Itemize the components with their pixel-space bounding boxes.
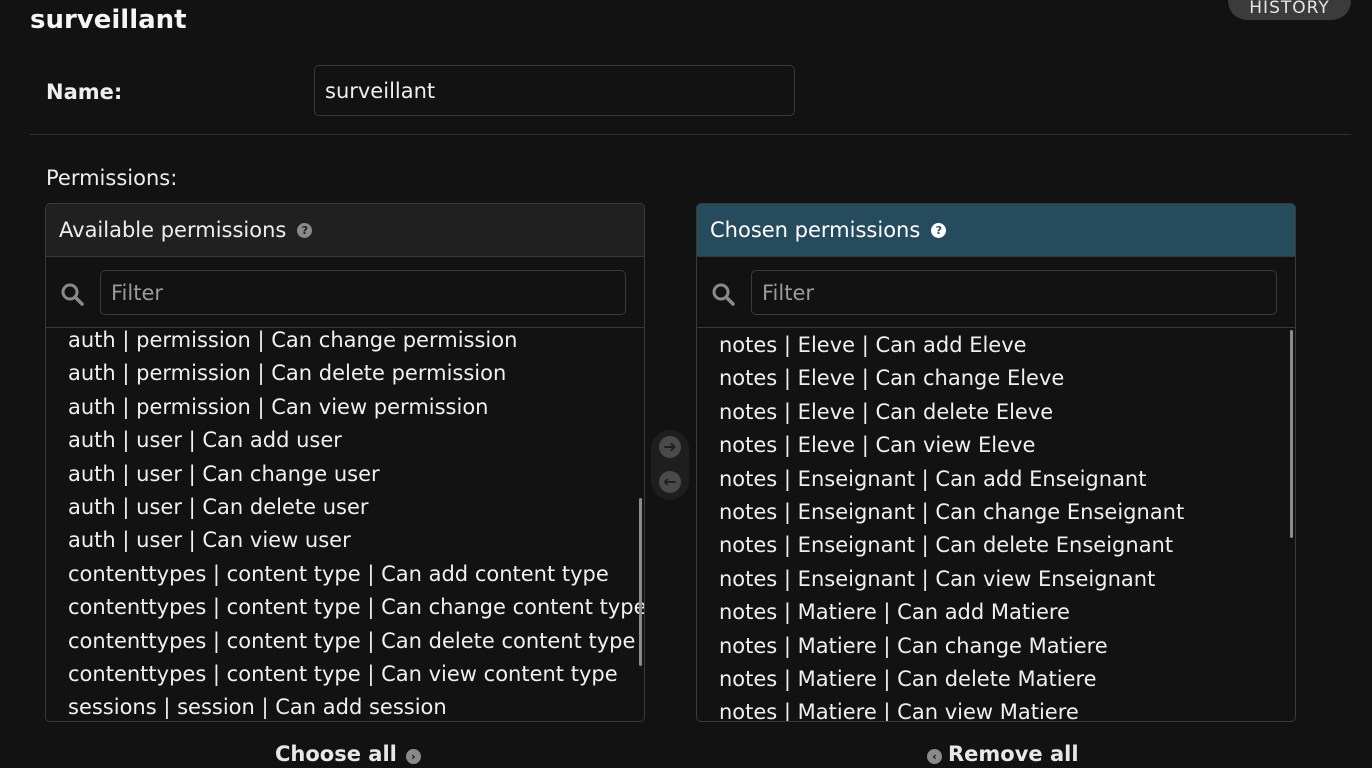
remove-all-label: Remove all: [948, 742, 1079, 766]
list-item[interactable]: auth | user | Can change user: [46, 458, 644, 491]
search-icon: [712, 283, 735, 306]
choose-all-label: Choose all: [275, 742, 397, 766]
chosen-permissions-title: Chosen permissions: [710, 218, 921, 242]
remove-all-link[interactable]: ‹ Remove all: [927, 740, 1079, 768]
list-item[interactable]: contenttypes | content type | Can add co…: [46, 558, 644, 591]
chosen-filter-row: [697, 257, 1295, 328]
chosen-filter-input[interactable]: [751, 270, 1277, 315]
history-button[interactable]: HISTORY: [1228, 0, 1351, 20]
list-item[interactable]: contenttypes | content type | Can change…: [46, 591, 644, 624]
move-controls: ➜ ←: [651, 430, 689, 500]
list-item[interactable]: notes | Matiere | Can view Matiere: [697, 696, 1295, 721]
scrollbar[interactable]: [639, 498, 642, 666]
search-icon: [61, 283, 84, 306]
available-permissions-list[interactable]: auth | permission | Can change permissio…: [46, 328, 644, 721]
available-filter-input[interactable]: [100, 270, 626, 315]
list-item[interactable]: notes | Eleve | Can delete Eleve: [697, 396, 1295, 429]
arrow-left-icon[interactable]: ←: [659, 471, 681, 493]
list-item[interactable]: auth | permission | Can view permission: [46, 391, 644, 424]
arrow-right-circle-icon: ›: [405, 748, 421, 764]
available-permissions-header: Available permissions ?: [46, 204, 644, 257]
list-item[interactable]: notes | Eleve | Can add Eleve: [697, 329, 1295, 362]
name-input[interactable]: [314, 65, 795, 116]
list-item[interactable]: contenttypes | content type | Can delete…: [46, 625, 644, 658]
list-item[interactable]: contenttypes | content type | Can view c…: [46, 658, 644, 691]
list-item[interactable]: notes | Matiere | Can delete Matiere: [697, 663, 1295, 696]
list-item[interactable]: notes | Matiere | Can add Matiere: [697, 596, 1295, 629]
available-permissions-title: Available permissions: [59, 218, 287, 242]
list-item[interactable]: sessions | session | Can add session: [46, 691, 644, 721]
choose-all-link[interactable]: Choose all ›: [275, 740, 421, 768]
list-item[interactable]: auth | permission | Can change permissio…: [46, 328, 644, 357]
divider: [30, 134, 1351, 135]
list-item[interactable]: notes | Enseignant | Can view Enseignant: [697, 563, 1295, 596]
list-item[interactable]: auth | user | Can view user: [46, 524, 644, 557]
list-item[interactable]: auth | user | Can delete user: [46, 491, 644, 524]
help-icon[interactable]: ?: [297, 222, 313, 238]
available-permissions-box: Available permissions ? auth | permissio…: [45, 203, 645, 722]
scrollbar[interactable]: [1290, 330, 1293, 538]
list-item[interactable]: notes | Enseignant | Can add Enseignant: [697, 463, 1295, 496]
page-title: surveillant: [30, 5, 187, 35]
chosen-permissions-list[interactable]: notes | Eleve | Can add Eleve notes | El…: [697, 328, 1295, 721]
list-item[interactable]: notes | Enseignant | Can delete Enseigna…: [697, 529, 1295, 562]
chosen-permissions-box: Chosen permissions ? notes | Eleve | Can…: [696, 203, 1296, 722]
help-icon[interactable]: ?: [931, 222, 947, 238]
list-item[interactable]: auth | user | Can add user: [46, 424, 644, 457]
list-item[interactable]: notes | Enseignant | Can change Enseigna…: [697, 496, 1295, 529]
chosen-permissions-header: Chosen permissions ?: [697, 204, 1295, 257]
list-item[interactable]: notes | Eleve | Can change Eleve: [697, 362, 1295, 395]
arrow-left-circle-icon: ‹: [927, 748, 942, 764]
arrow-right-icon[interactable]: ➜: [659, 436, 681, 458]
list-item[interactable]: notes | Matiere | Can change Matiere: [697, 630, 1295, 663]
available-filter-row: [46, 257, 644, 328]
list-item[interactable]: notes | Eleve | Can view Eleve: [697, 429, 1295, 462]
permissions-label: Permissions:: [46, 166, 178, 190]
list-item[interactable]: auth | permission | Can delete permissio…: [46, 357, 644, 390]
name-label: Name:: [46, 80, 123, 104]
